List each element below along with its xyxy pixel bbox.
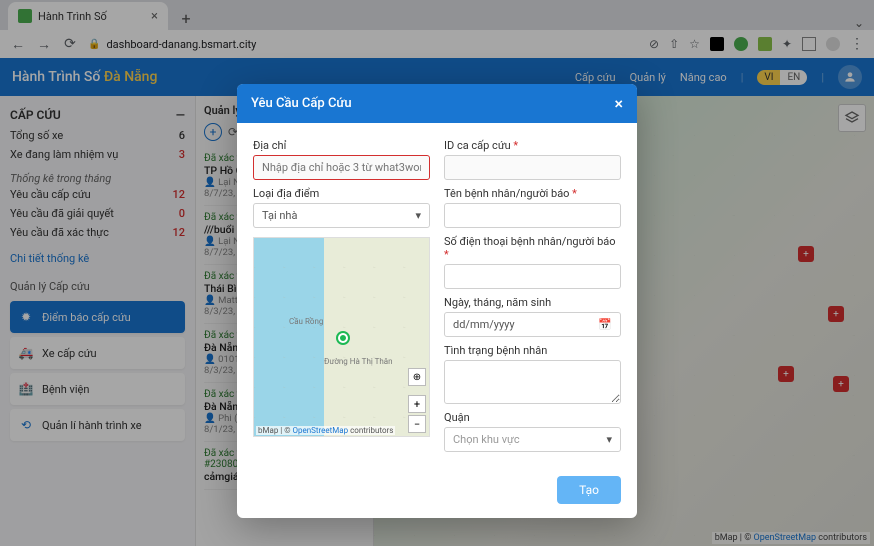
- dob-placeholder: dd/mm/yyyy: [453, 318, 515, 331]
- modal-footer: Tạo: [237, 466, 637, 518]
- mini-map-bridge: Cầu Rồng: [289, 317, 323, 326]
- locate-button[interactable]: ⊕: [408, 368, 426, 386]
- create-button[interactable]: Tạo: [557, 476, 621, 504]
- mini-map-street: Đường Hà Thị Thân: [324, 357, 393, 366]
- zoom-out-button[interactable]: −: [408, 415, 426, 433]
- caseid-input[interactable]: [444, 155, 621, 180]
- patient-input[interactable]: [444, 203, 621, 228]
- chevron-down-icon: ▾: [606, 433, 612, 446]
- condition-label: Tình trạng bệnh nhân: [444, 344, 621, 357]
- location-type-label: Loại địa điểm: [253, 187, 430, 200]
- address-input[interactable]: [253, 155, 430, 180]
- patient-label: Tên bệnh nhân/người báo: [444, 187, 621, 200]
- condition-input[interactable]: [444, 360, 621, 404]
- district-label: Quận: [444, 411, 621, 424]
- location-type-select[interactable]: Tại nhà ▾: [253, 203, 430, 228]
- modal-header: Yêu Cầu Cấp Cứu ×: [237, 84, 637, 123]
- mini-map-pin-icon: [338, 333, 348, 343]
- emergency-request-modal: Yêu Cầu Cấp Cứu × Địa chỉ Loại địa điểm …: [237, 84, 637, 518]
- chevron-down-icon: ▾: [415, 209, 421, 222]
- mini-map[interactable]: Đường Hà Thị Thân Cầu Rồng ⊕ + − bMap | …: [253, 237, 430, 437]
- modal-close-button[interactable]: ×: [614, 94, 623, 113]
- caseid-label: ID ca cấp cứu: [444, 139, 621, 152]
- phone-input[interactable]: [444, 264, 621, 289]
- dob-input[interactable]: dd/mm/yyyy 📅: [444, 312, 621, 337]
- osm-link[interactable]: OpenStreetMap: [293, 426, 349, 435]
- select-value: Tại nhà: [262, 209, 297, 222]
- modal-left-column: Địa chỉ Loại địa điểm Tại nhà ▾ Đường Hà…: [253, 135, 430, 452]
- modal-right-column: ID ca cấp cứu Tên bệnh nhân/người báo Số…: [444, 135, 621, 452]
- dob-label: Ngày, tháng, năm sinh: [444, 296, 621, 309]
- phone-label: Số điện thoại bệnh nhân/người báo: [444, 235, 621, 261]
- modal-title: Yêu Cầu Cấp Cứu: [251, 96, 352, 111]
- calendar-icon[interactable]: 📅: [598, 318, 612, 331]
- mini-map-attribution: bMap | © OpenStreetMap contributors: [256, 426, 395, 435]
- select-placeholder: Chọn khu vực: [453, 433, 520, 446]
- district-select[interactable]: Chọn khu vực ▾: [444, 427, 621, 452]
- address-label: Địa chỉ: [253, 139, 430, 152]
- modal-overlay: Yêu Cầu Cấp Cứu × Địa chỉ Loại địa điểm …: [0, 0, 874, 546]
- zoom-in-button[interactable]: +: [408, 395, 426, 413]
